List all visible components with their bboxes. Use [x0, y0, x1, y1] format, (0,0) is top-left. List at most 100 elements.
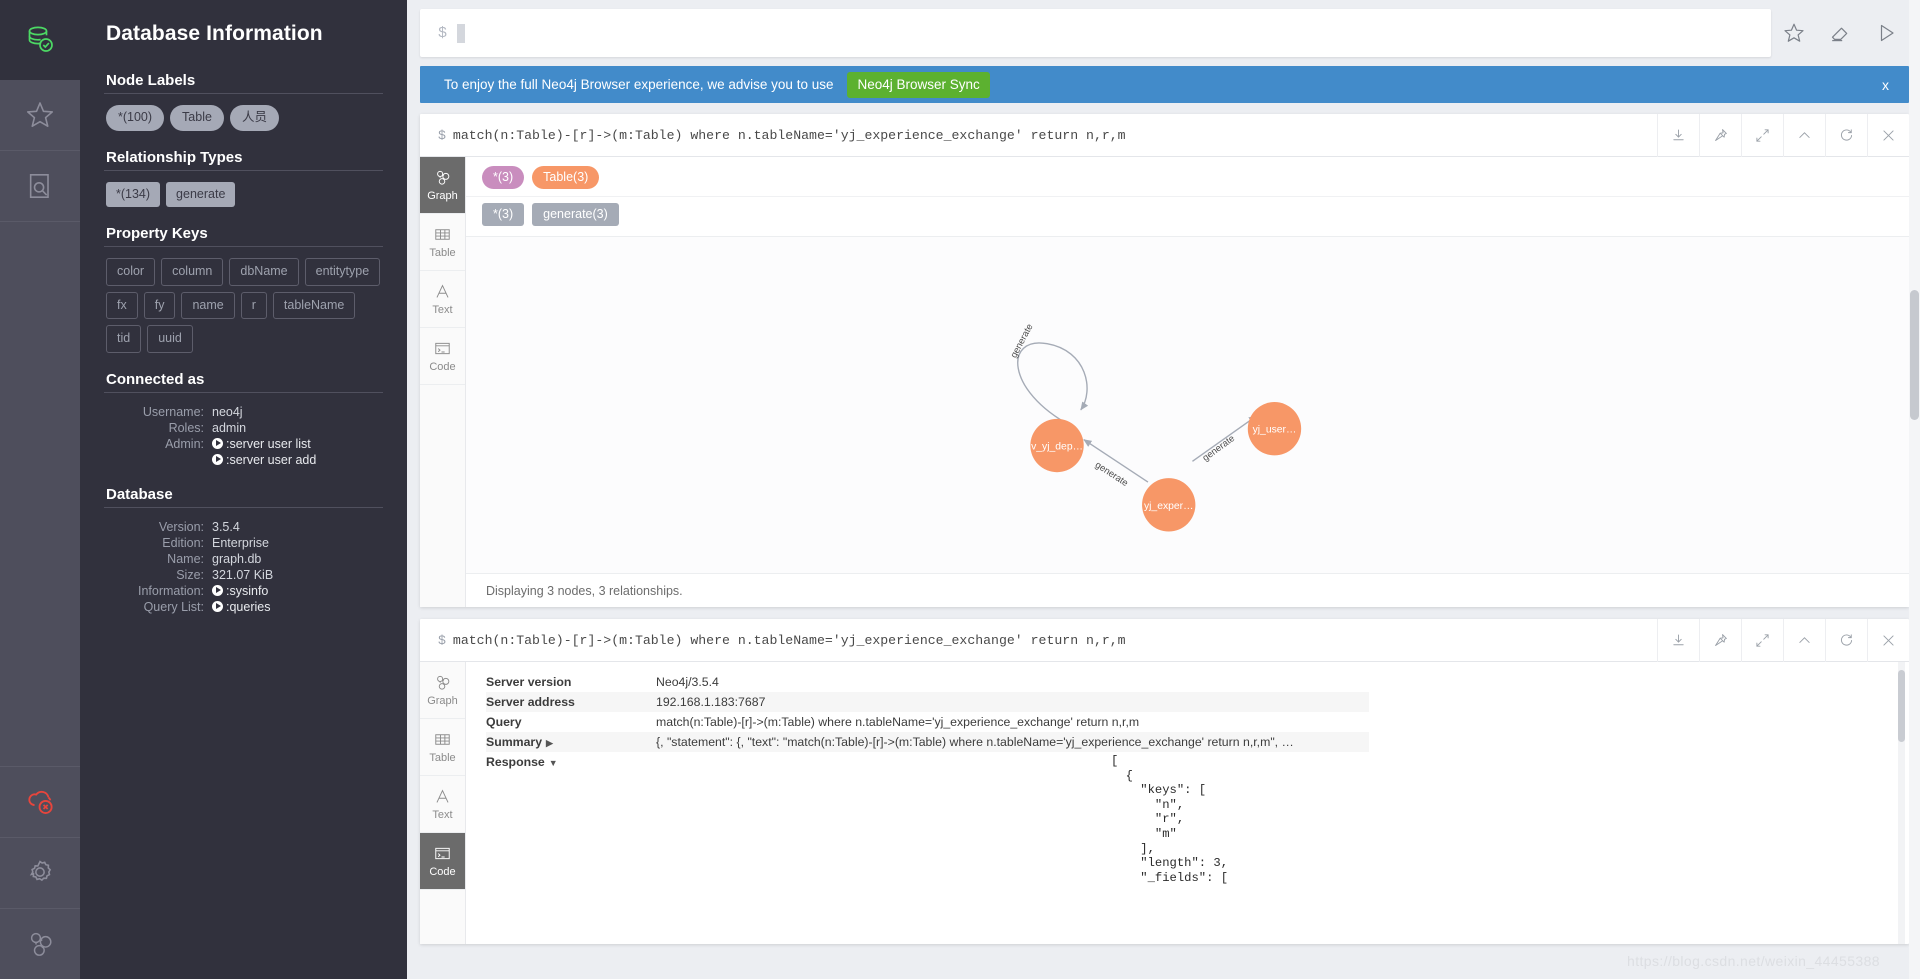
table-row: Version: 3.5.4 — [104, 519, 383, 535]
frames-container: $ match(n:Table)-[r]->(m:Table) where n.t… — [407, 103, 1920, 979]
sidebar-item-favorites[interactable] — [0, 80, 80, 151]
view-tab-text[interactable]: Text — [420, 271, 465, 328]
node-label-chip[interactable]: Table — [170, 105, 224, 131]
sidebar-item-settings[interactable] — [0, 837, 80, 908]
rail-bottom-group — [0, 766, 80, 979]
meta-value: match(n:Table)-[r]->(m:Table) where n.ta… — [656, 715, 1140, 729]
database-table: Version: 3.5.4 Edition: Enterprise Name:… — [104, 519, 383, 615]
divider — [104, 246, 383, 247]
table-row: Server address 192.168.1.183:7687 — [486, 692, 1369, 712]
view-tab-table[interactable]: Table — [420, 214, 465, 271]
view-tab-graph[interactable]: Graph — [420, 662, 465, 719]
view-tab-table[interactable]: Table — [420, 719, 465, 776]
row-value: Enterprise — [212, 535, 269, 550]
pin-icon[interactable] — [1699, 618, 1741, 662]
favorite-star-icon[interactable] — [1771, 9, 1817, 57]
node-labels-section: Node Labels *(100) Table 人员 — [104, 72, 383, 131]
code-terminal-icon — [433, 844, 452, 863]
collapse-chevron-up-icon[interactable] — [1783, 113, 1825, 157]
legend-chip-all-nodes[interactable]: *(3) — [482, 166, 525, 189]
graph-node[interactable]: v_yj_dep… — [1030, 418, 1084, 473]
code-scrollbar-track[interactable] — [1898, 662, 1905, 944]
code-scrollbar-thumb[interactable] — [1898, 670, 1905, 742]
legend-chip-generate[interactable]: generate(3) — [532, 203, 619, 226]
graph-node[interactable]: yj_user… — [1247, 402, 1302, 456]
play-icon — [212, 453, 223, 465]
divider — [104, 391, 383, 393]
meta-key-summary[interactable]: Summary ▶ — [486, 732, 656, 752]
row-value: graph.db — [212, 551, 262, 566]
pin-icon[interactable] — [1699, 113, 1741, 157]
expand-triangle-right-icon[interactable]: ▶ — [546, 738, 553, 749]
page-scrollbar-track[interactable] — [1909, 0, 1920, 979]
download-icon[interactable] — [1657, 113, 1699, 157]
view-tab-label: Graph — [427, 190, 458, 202]
table-row: Edition: Enterprise — [104, 535, 383, 551]
graph-node[interactable]: yj_exper… — [1142, 478, 1196, 532]
property-key-chip[interactable]: tid — [106, 325, 142, 353]
property-key-chip[interactable]: tableName — [272, 291, 356, 319]
view-tab-label: Code — [429, 361, 456, 373]
property-key-chip[interactable]: entitytype — [304, 258, 381, 286]
view-tab-code[interactable]: Code — [420, 328, 465, 385]
play-icon — [212, 584, 223, 596]
property-key-chip[interactable]: r — [240, 291, 267, 319]
relationship-edge: generate — [1083, 439, 1149, 488]
banner-close-button[interactable]: x — [1878, 77, 1893, 93]
relationship-type-chip[interactable]: *(134) — [106, 181, 161, 207]
property-key-chip[interactable]: dbName — [229, 258, 299, 286]
refresh-icon[interactable] — [1825, 618, 1867, 662]
cypher-editor[interactable]: $ — [420, 9, 1771, 57]
command-link[interactable]: :server user list — [226, 437, 311, 451]
property-key-chip[interactable]: uuid — [147, 325, 193, 353]
refresh-icon[interactable] — [1825, 113, 1867, 157]
meta-key-label: Summary — [486, 735, 543, 749]
property-keys-heading: Property Keys — [106, 225, 208, 242]
sidebar-item-connection-status[interactable] — [0, 766, 80, 837]
row-key: Edition: — [162, 535, 204, 550]
command-link[interactable]: :server user add — [226, 453, 316, 467]
fullscreen-expand-icon[interactable] — [1741, 618, 1783, 662]
graph-nodes-icon — [433, 673, 452, 692]
gear-icon — [24, 857, 56, 889]
neo4j-logo[interactable] — [0, 0, 80, 80]
legend-chip-table[interactable]: Table(3) — [532, 166, 600, 189]
main-stream: $ To enjoy the full Neo4j Browser experi… — [407, 0, 1920, 979]
neo4j-browser-sync-button[interactable]: Neo4j Browser Sync — [847, 71, 990, 98]
node-label-chip[interactable]: 人员 — [229, 105, 279, 131]
view-tab-text[interactable]: Text — [420, 776, 465, 833]
meta-key-response[interactable]: Response ▼ — [486, 752, 656, 772]
property-key-chip[interactable]: fy — [143, 291, 176, 319]
fullscreen-expand-icon[interactable] — [1741, 113, 1783, 157]
row-value: :server user add — [212, 452, 383, 468]
legend-chip-all-rels[interactable]: *(3) — [482, 203, 525, 226]
download-icon[interactable] — [1657, 618, 1699, 662]
property-key-chip[interactable]: fx — [106, 291, 138, 319]
relationship-type-chip[interactable]: generate — [166, 181, 236, 207]
table-grid-icon — [433, 730, 452, 749]
property-keys-section: Property Keys color column dbName entity… — [104, 225, 383, 353]
view-tab-graph[interactable]: Graph — [420, 157, 465, 214]
sidebar-item-documents[interactable] — [0, 151, 80, 222]
close-x-icon[interactable] — [1867, 618, 1909, 662]
table-row: Server version Neo4j/3.5.4 — [486, 672, 1369, 692]
view-tab-label: Graph — [427, 695, 458, 707]
view-tab-code[interactable]: Code — [420, 833, 465, 890]
node-label-chip[interactable]: *(100) — [106, 105, 165, 131]
code-terminal-icon — [433, 339, 452, 358]
graph-node-label: yj_user… — [1253, 425, 1297, 436]
meta-key: Server address — [486, 695, 575, 709]
command-link[interactable]: :queries — [226, 600, 270, 614]
command-link[interactable]: :sysinfo — [226, 584, 268, 598]
sidebar-item-about[interactable] — [0, 908, 80, 979]
property-key-chip[interactable]: color — [106, 258, 156, 286]
collapse-triangle-down-icon[interactable]: ▼ — [549, 758, 558, 768]
property-key-chip[interactable]: column — [161, 258, 224, 286]
property-key-chip[interactable]: name — [181, 291, 235, 319]
collapse-chevron-up-icon[interactable] — [1783, 618, 1825, 662]
clear-eraser-icon[interactable] — [1817, 9, 1863, 57]
run-play-icon[interactable] — [1863, 9, 1909, 57]
graph-canvas[interactable]: generate generate generate v_yj_dep… yj_… — [466, 237, 1909, 573]
close-x-icon[interactable] — [1867, 113, 1909, 157]
page-scrollbar-thumb[interactable] — [1910, 290, 1919, 420]
